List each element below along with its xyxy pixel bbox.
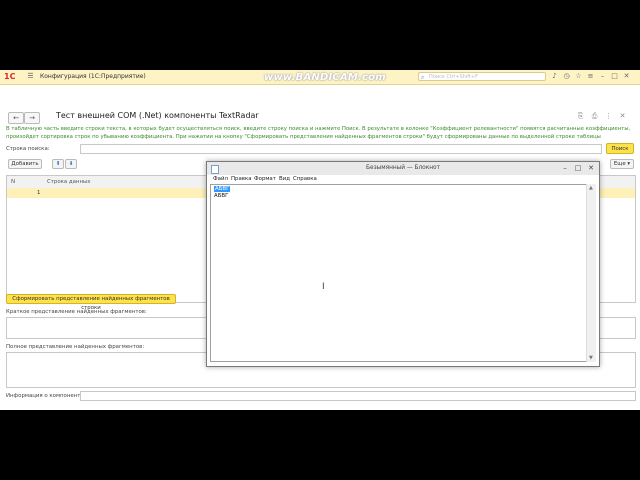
instructions-text: В табличную часть введите строки текста,… <box>6 126 631 140</box>
search-label: Строка поиска: <box>6 146 50 152</box>
bell-icon[interactable]: ♪ <box>550 72 559 81</box>
print-icon[interactable]: ⎙ <box>590 112 599 121</box>
move-down-button[interactable]: ⬇ <box>65 159 77 169</box>
form-fragments-button[interactable]: Сформировать представление найденных фра… <box>6 294 176 311</box>
bandicam-watermark: www.BANDICAM.com <box>264 72 386 83</box>
more-actions-button[interactable]: Еще ▾ <box>610 159 634 169</box>
notepad-window[interactable]: Безымянный — Блокнот – □ ✕ Файл Правка Ф… <box>206 161 600 367</box>
notepad-close-icon[interactable]: ✕ <box>585 163 597 173</box>
menu-format[interactable]: Формат <box>254 176 276 182</box>
arrow-up-icon: ⬆ <box>55 161 61 167</box>
close-icon[interactable]: ✕ <box>622 72 631 81</box>
full-representation-label: Полное представление найденных фрагменто… <box>6 344 145 350</box>
minimize-icon[interactable]: – <box>598 72 607 81</box>
back-button[interactable]: ← <box>8 112 24 124</box>
menu-file[interactable]: Файл <box>213 176 228 182</box>
maximize-icon[interactable]: □ <box>610 72 619 81</box>
move-up-button[interactable]: ⬆ <box>52 159 64 169</box>
screen: 1С ☰ Конфигурация (1С:Предприятие) www.B… <box>0 70 640 410</box>
menu-icon[interactable]: ☰ <box>26 72 35 81</box>
column-header-n[interactable]: N <box>11 179 15 185</box>
add-button[interactable]: Добавить <box>8 159 42 169</box>
notepad-menubar: Файл Правка Формат Вид Справка <box>207 175 599 184</box>
short-representation-label: Краткое представление найденных фрагмент… <box>6 309 147 315</box>
more-actions-label: Еще <box>613 161 626 167</box>
more-icon[interactable]: ⋮ <box>604 112 613 121</box>
scroll-down-icon[interactable]: ▼ <box>589 355 593 361</box>
notepad-maximize-icon[interactable]: □ <box>572 163 584 173</box>
form-close-icon[interactable]: ✕ <box>618 112 627 121</box>
column-header-text[interactable]: Строка данных <box>47 179 90 185</box>
notepad-line[interactable]: АБВГ <box>214 193 228 199</box>
page-title: Тест внешней COM (.Net) компоненты TextR… <box>56 111 259 120</box>
notepad-title: Безымянный — Блокнот <box>366 165 440 171</box>
search-button[interactable]: Поиск <box>606 143 634 154</box>
search-icon: ⌕ <box>421 74 425 81</box>
scroll-up-icon[interactable]: ▲ <box>589 185 593 191</box>
menu-help[interactable]: Справка <box>293 176 317 182</box>
notepad-minimize-icon[interactable]: – <box>559 163 571 173</box>
menu-edit[interactable]: Правка <box>231 176 252 182</box>
app-titlebar: 1С ☰ Конфигурация (1С:Предприятие) www.B… <box>0 70 640 85</box>
notepad-vertical-scrollbar[interactable]: ▲ ▼ <box>586 184 596 362</box>
more-menu-icon[interactable]: ≡ <box>586 72 595 81</box>
menu-view[interactable]: Вид <box>279 176 290 182</box>
row-number: 1 <box>37 190 41 196</box>
component-info-label: Информация о компоненте: <box>6 393 86 399</box>
arrow-down-icon: ⬇ <box>68 161 74 167</box>
global-search-input[interactable]: ⌕ Поиск Ctrl+Shift+F <box>418 72 546 81</box>
notepad-line-selected[interactable]: АБВГ <box>214 186 231 192</box>
forward-button[interactable]: → <box>24 112 40 124</box>
global-search-placeholder: Поиск Ctrl+Shift+F <box>429 74 478 80</box>
app-title: Конфигурация (1С:Предприятие) <box>40 73 146 80</box>
star-icon[interactable]: ☆ <box>574 72 583 81</box>
component-info-field[interactable] <box>80 391 636 401</box>
1c-logo: 1С <box>4 72 16 81</box>
text-cursor-icon: I <box>322 282 325 292</box>
notepad-titlebar[interactable]: Безымянный — Блокнот – □ ✕ <box>207 162 599 176</box>
link-icon[interactable]: ⎘ <box>576 112 585 121</box>
notepad-text-area[interactable]: АБВГ АБВГ <box>210 184 588 362</box>
search-field[interactable] <box>80 144 602 154</box>
history-icon[interactable]: ◷ <box>562 72 571 81</box>
